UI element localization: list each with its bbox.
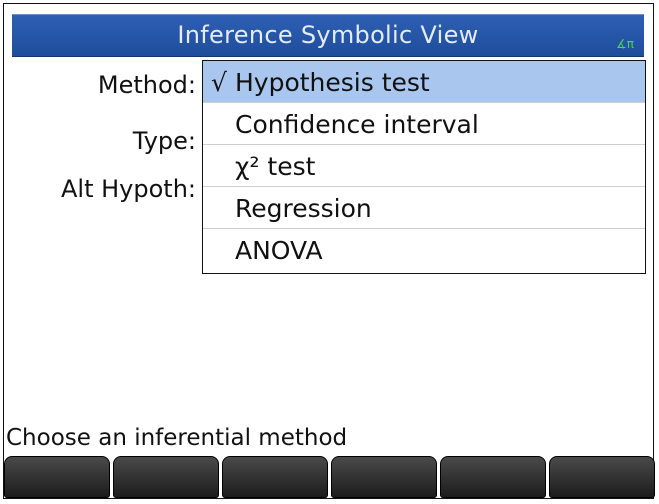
alt-hypoth-label: Alt Hypoth:: [61, 175, 196, 203]
softkey-6[interactable]: [549, 456, 655, 498]
view-title: Inference Symbolic View: [177, 21, 479, 49]
check-mark-icon: √: [211, 68, 227, 97]
softkey-menu-bar: [4, 456, 655, 498]
method-option-confidence-interval[interactable]: Confidence interval: [203, 103, 645, 145]
softkey-4[interactable]: [331, 456, 437, 498]
method-option-label: Confidence interval: [235, 110, 479, 139]
method-option-label: χ² test: [235, 152, 316, 181]
method-option-label: Regression: [235, 194, 372, 223]
method-option-anova[interactable]: ANOVA: [203, 229, 645, 271]
method-option-hypothesis-test[interactable]: √ Hypothesis test: [203, 61, 645, 103]
title-bar: Inference Symbolic View ∡π: [12, 14, 644, 57]
method-option-label: Hypothesis test: [235, 68, 430, 97]
method-option-regression[interactable]: Regression: [203, 187, 645, 229]
method-option-chi-square-test[interactable]: χ² test: [203, 145, 645, 187]
softkey-3[interactable]: [222, 456, 328, 498]
method-label: Method:: [97, 71, 196, 99]
angle-mode-icon: ∡π: [616, 37, 634, 51]
status-hint: Choose an inferential method: [6, 425, 348, 451]
softkey-1[interactable]: [4, 456, 110, 498]
method-option-label: ANOVA: [235, 236, 323, 265]
softkey-5[interactable]: [440, 456, 546, 498]
type-label: Type:: [132, 127, 196, 155]
method-dropdown-menu[interactable]: √ Hypothesis test Confidence interval χ²…: [202, 60, 646, 274]
softkey-2[interactable]: [113, 456, 219, 498]
calculator-screen: Inference Symbolic View ∡π Method: Type:…: [0, 0, 659, 504]
